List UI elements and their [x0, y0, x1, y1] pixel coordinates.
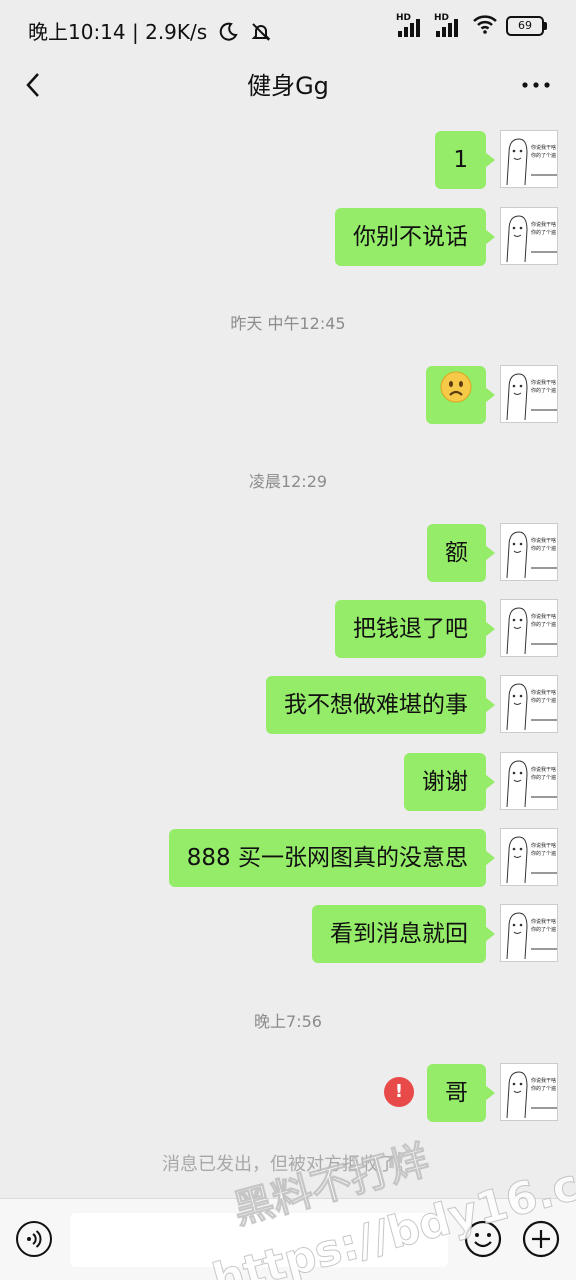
avatar-image: 你说我干啥你的了个遍	[501, 366, 557, 422]
status-icons: HD HD 69	[396, 13, 547, 38]
avatar-caption-line1: 你说我干啥	[531, 537, 556, 544]
avatar-caption-line1: 你说我干啥	[531, 379, 556, 386]
message-row: 我不想做难堪的事 你说我干啥 你的了个遍	[98, 675, 558, 735]
avatar-image: 你说我干啥你的了个遍	[501, 1064, 557, 1120]
status-time-text: 晚上10:14 | 2.9K/s	[28, 20, 208, 44]
avatar-image: 你说我干啥你的了个遍	[501, 600, 557, 656]
battery-icon: 69	[506, 16, 547, 36]
message-bubble[interactable]: 把钱退了吧	[335, 600, 495, 658]
chat-area[interactable]: 1 你说我干啥 你的了个遍 你别不说话 你说我干啥 你的了个遍 昨天 中午12:45…	[0, 114, 576, 1198]
more-actions-button[interactable]	[522, 1220, 560, 1258]
avatar[interactable]: 你说我干啥 你的了个遍	[500, 752, 558, 810]
avatar-caption-line2: 你的了个遍	[531, 774, 556, 781]
avatar[interactable]: 你说我干啥 你的了个遍	[500, 207, 558, 265]
avatar-image: 你说我干啥你的了个遍	[501, 208, 557, 264]
message-bubble[interactable]: 你别不说话	[335, 208, 495, 266]
avatar-caption-line1: 你说我干啥	[531, 144, 556, 151]
signal-icon: HD	[396, 13, 426, 37]
avatar[interactable]: 你说我干啥 你的了个遍	[500, 1063, 558, 1121]
avatar[interactable]: 你说我干啥 你的了个遍	[500, 130, 558, 188]
message-bubble[interactable]: 看到消息就回	[312, 905, 495, 963]
avatar[interactable]: 你说我干啥 你的了个遍	[500, 523, 558, 581]
emoji-button[interactable]	[464, 1220, 502, 1258]
message-bubble[interactable]: 888 买一张网图真的没意思	[168, 829, 496, 887]
timestamp: 晚上7:56	[254, 1012, 322, 1031]
avatar-image: 你说我干啥你的了个遍	[501, 131, 557, 187]
more-dots-icon	[522, 82, 550, 88]
avatar-caption-line2: 你的了个遍	[531, 850, 556, 857]
message-bubble[interactable]: 哥	[427, 1064, 495, 1122]
avatar[interactable]: 你说我干啥 你的了个遍	[500, 675, 558, 733]
voice-button[interactable]	[16, 1221, 52, 1257]
avatar-image: 你说我干啥你的了个遍	[501, 676, 557, 732]
message-bubble[interactable]: 1	[435, 131, 495, 189]
avatar-caption-line1: 你说我干啥	[531, 842, 556, 849]
timestamp: 凌晨12:29	[248, 472, 328, 491]
voice-icon	[27, 1230, 42, 1248]
avatar-caption-line2: 你的了个遍	[531, 926, 556, 933]
mute-icon	[250, 21, 272, 48]
avatar-caption-line2: 你的了个遍	[531, 387, 556, 394]
avatar-image: 你说我干啥你的了个遍	[501, 753, 557, 809]
avatar[interactable]: 你说我干啥 你的了个遍	[500, 828, 558, 886]
message-row: 你别不说话 你说我干啥 你的了个遍	[98, 207, 558, 267]
avatar[interactable]: 你说我干啥 你的了个遍	[500, 904, 558, 962]
message-row: 把钱退了吧 你说我干啥 你的了个遍	[98, 599, 558, 659]
avatar-caption-line1: 你说我干啥	[531, 1077, 556, 1084]
message-row: 1 你说我干啥 你的了个遍	[98, 130, 558, 190]
message-bubble[interactable]: 谢谢	[404, 753, 495, 811]
chat-title: 健身Gg	[247, 72, 329, 100]
message-bubble[interactable]: 我不想做难堪的事	[266, 676, 495, 734]
input-bar	[0, 1198, 576, 1280]
more-button[interactable]	[520, 70, 552, 100]
avatar[interactable]: 你说我干啥 你的了个遍	[500, 599, 558, 657]
avatar-caption-line2: 你的了个遍	[531, 152, 556, 159]
avatar-caption-line2: 你的了个遍	[531, 621, 556, 628]
system-notice: 消息已发出，但被对方拒收了。	[162, 1154, 414, 1175]
message-row: 888 买一张网图真的没意思 你说我干啥 你的了个遍	[98, 828, 558, 888]
smiley-icon	[464, 1220, 502, 1258]
plus-icon	[522, 1220, 560, 1258]
message-bubble[interactable]: 额	[427, 524, 495, 582]
message-row: 哥 你说我干啥 你的了个遍	[98, 1063, 558, 1123]
status-bar: 晚上10:14 | 2.9K/s HD HD 69	[0, 0, 576, 56]
message-row: 额 你说我干啥 你的了个遍	[98, 523, 558, 583]
signal-icon: HD	[434, 13, 464, 37]
avatar-caption-line2: 你的了个遍	[531, 1085, 556, 1092]
message-bubble[interactable]	[426, 366, 495, 425]
avatar-image: 你说我干啥你的了个遍	[501, 905, 557, 961]
message-row: 看到消息就回 你说我干啥 你的了个遍	[98, 904, 558, 964]
sad-face-icon	[440, 367, 472, 425]
message-row: 你说我干啥 你的了个遍	[98, 365, 558, 425]
avatar-image: 你说我干啥你的了个遍	[501, 829, 557, 885]
chat-header: 健身Gg	[0, 56, 576, 114]
avatar-caption-line1: 你说我干啥	[531, 918, 556, 925]
avatar-caption-line1: 你说我干啥	[531, 221, 556, 228]
moon-icon	[218, 22, 238, 47]
avatar-caption-line1: 你说我干啥	[531, 766, 556, 773]
wifi-icon	[472, 14, 498, 38]
message-input[interactable]	[70, 1213, 448, 1267]
avatar-image: 你说我干啥你的了个遍	[501, 524, 557, 580]
avatar-caption-line2: 你的了个遍	[531, 545, 556, 552]
avatar-caption-line2: 你的了个遍	[531, 697, 556, 704]
status-time-netspeed: 晚上10:14 | 2.9K/s	[28, 16, 272, 48]
avatar[interactable]: 你说我干啥 你的了个遍	[500, 365, 558, 423]
avatar-caption-line1: 你说我干啥	[531, 613, 556, 620]
avatar-caption-line2: 你的了个遍	[531, 229, 556, 236]
message-row: 谢谢 你说我干啥 你的了个遍	[98, 752, 558, 812]
avatar-caption-line1: 你说我干啥	[531, 689, 556, 696]
timestamp: 昨天 中午12:45	[230, 314, 346, 333]
send-failed-icon[interactable]: !	[384, 1077, 414, 1107]
